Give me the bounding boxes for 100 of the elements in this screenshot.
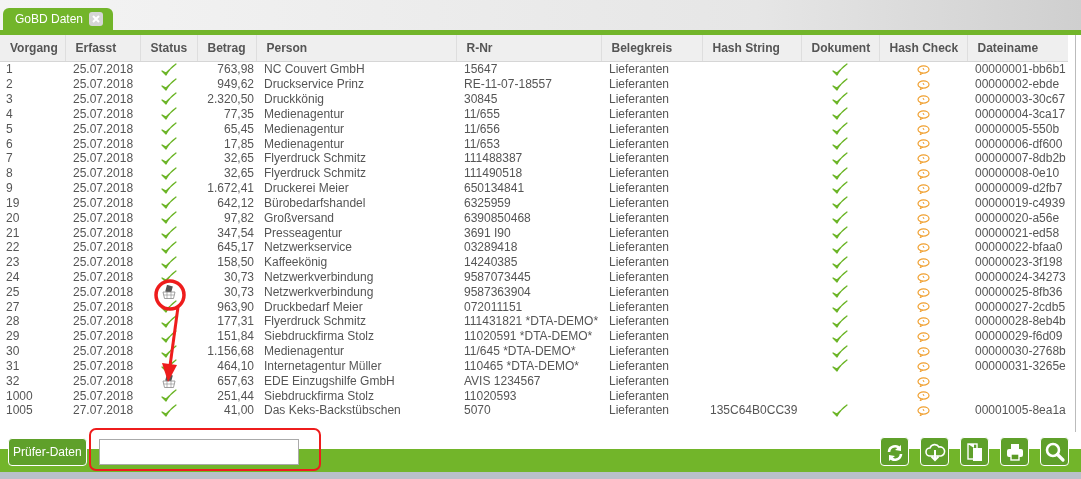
table-cell: 151,84 xyxy=(217,329,254,344)
table-cell: 20 xyxy=(6,210,20,225)
table-cell: Siebdruckfirma Stolz xyxy=(264,329,375,344)
table-cell: 6 xyxy=(6,136,13,151)
table-cell: Lieferanten xyxy=(609,181,670,196)
table-cell: 00000027-2cdb5 xyxy=(975,299,1066,314)
table-cell: 27.07.2018 xyxy=(73,403,134,418)
table-cell: Presseagentur xyxy=(264,225,343,240)
column-header[interactable]: Status xyxy=(140,35,197,62)
table-cell: 2 xyxy=(6,77,13,92)
table-cell: 11020593 xyxy=(464,388,517,403)
documents-button[interactable] xyxy=(960,437,989,466)
table-cell: 00000002-ebde xyxy=(975,77,1060,92)
table-cell: 111431821 *DTA-DEMO* xyxy=(464,314,599,329)
column-header[interactable]: Vorgang xyxy=(0,35,65,62)
table-cell: 25.07.2018 xyxy=(73,181,134,196)
table-cell: 072011151 xyxy=(464,299,523,314)
table-cell: 00000005-550b xyxy=(975,121,1060,136)
table-cell: Lieferanten xyxy=(609,121,670,136)
table-cell: Lieferanten xyxy=(609,403,670,418)
table-cell: Bürobedarfshandel xyxy=(264,195,366,210)
table-cell: 963,90 xyxy=(217,299,254,314)
table-cell: 25.07.2018 xyxy=(73,121,134,136)
table-cell: 25 xyxy=(6,284,20,299)
column-header[interactable]: Dateiname xyxy=(967,35,1068,62)
table-cell: Lieferanten xyxy=(609,92,670,107)
table-cell: 00000001-bb6b1 xyxy=(975,62,1066,77)
table-cell: EDE Einzugshilfe GmbH xyxy=(264,373,395,388)
table-cell: Lieferanten xyxy=(609,270,670,284)
table-cell: 00000003-30c67 xyxy=(975,92,1066,107)
table-row[interactable]: 1000 25.07.2018 251,44 Siebdruckfirma Stolz 11020593 Lieferanten xyxy=(0,388,1068,404)
table-cell: 19 xyxy=(6,195,20,210)
table-cell: 28 xyxy=(6,314,20,329)
column-header[interactable]: Dokument xyxy=(801,35,879,62)
table-cell: Kaffeekönig xyxy=(264,255,328,270)
table-cell: 2.320,50 xyxy=(207,92,254,107)
table-cell: 7 xyxy=(6,151,13,166)
refresh-button[interactable] xyxy=(880,437,909,466)
table-cell: 25.07.2018 xyxy=(73,106,134,121)
table-cell: Großversand xyxy=(264,210,335,225)
table-cell: Netzwerkverbindung xyxy=(264,284,374,299)
table-cell: 111488387 xyxy=(464,151,523,166)
print-button[interactable] xyxy=(1000,437,1029,466)
column-header[interactable]: Belegkreis xyxy=(601,35,702,62)
search-button[interactable] xyxy=(1040,437,1069,466)
table-cell: 32 xyxy=(6,373,20,388)
table-cell: Das Keks-Backstübschen xyxy=(264,403,401,418)
table-cell: 00000023-3f198 xyxy=(975,255,1063,270)
table-cell: 00000030-2768b xyxy=(975,344,1066,359)
table-cell: Medienagentur xyxy=(264,106,345,121)
table-cell: 25.07.2018 xyxy=(73,314,134,329)
table-cell: AVIS 1234567 xyxy=(464,373,541,388)
table-cell: 25.07.2018 xyxy=(73,210,134,225)
table-cell: Lieferanten xyxy=(609,106,670,121)
table-cell: 25.07.2018 xyxy=(73,373,134,388)
table-cell: Lieferanten xyxy=(609,255,670,270)
table-cell: 25.07.2018 xyxy=(73,225,134,240)
table-cell: RE-11-07-18557 xyxy=(464,77,552,92)
table-cell: 3 xyxy=(6,92,13,107)
table-cell: Lieferanten xyxy=(609,151,670,166)
column-header[interactable]: Person xyxy=(256,35,456,62)
column-header[interactable]: R-Nr xyxy=(456,35,601,62)
search-icon xyxy=(1043,440,1066,463)
table-cell: 00000019-c4939 xyxy=(975,195,1066,210)
table-cell: 41,00 xyxy=(223,403,254,418)
column-header[interactable]: Erfasst xyxy=(65,35,140,62)
table-cell: 9587363904 xyxy=(464,284,531,299)
column-header[interactable]: Hash Check xyxy=(879,35,967,62)
table-cell: 25.07.2018 xyxy=(73,255,134,270)
table-cell: 4 xyxy=(6,106,13,121)
table-cell: Druckbedarf Meier xyxy=(264,299,363,314)
cloud-download-button[interactable] xyxy=(920,437,949,466)
table-cell: 32,65 xyxy=(223,151,254,166)
table-cell: 763,98 xyxy=(217,62,254,77)
table-cell: 00000008-0e10 xyxy=(975,166,1060,181)
table-cell: 11/656 xyxy=(464,121,500,136)
table-cell: 00000029-f6d09 xyxy=(975,329,1063,344)
table-cell: Netzwerkservice xyxy=(264,240,353,255)
table-cell: 00000009-d2fb7 xyxy=(975,181,1063,196)
table-cell: Flyerdruck Schmitz xyxy=(264,166,367,181)
table-cell: 25.07.2018 xyxy=(73,62,134,77)
table-cell: 25.07.2018 xyxy=(73,77,134,92)
table-cell: Lieferanten xyxy=(609,284,670,299)
column-header[interactable]: Hash String xyxy=(702,35,801,62)
table-cell: 77,35 xyxy=(223,106,254,121)
table-cell: Lieferanten xyxy=(609,210,670,225)
table-cell: 6325959 xyxy=(464,195,511,210)
table-cell: 25.07.2018 xyxy=(73,240,134,255)
column-header[interactable]: Betrag xyxy=(197,35,256,62)
table-cell: 25.07.2018 xyxy=(73,329,134,344)
table-cell: 11/653 xyxy=(464,136,500,151)
table-cell: 3691 I90 xyxy=(464,225,511,240)
table-cell: 158,50 xyxy=(217,255,254,270)
table-cell: 1.156,68 xyxy=(207,344,254,359)
close-icon[interactable] xyxy=(89,12,104,26)
table-cell: 00000006-df600 xyxy=(975,136,1063,151)
table-cell: 17,85 xyxy=(223,136,254,151)
table-cell: 27 xyxy=(6,299,20,314)
input-field[interactable] xyxy=(98,439,299,465)
table-cell: 11/655 xyxy=(464,106,500,121)
